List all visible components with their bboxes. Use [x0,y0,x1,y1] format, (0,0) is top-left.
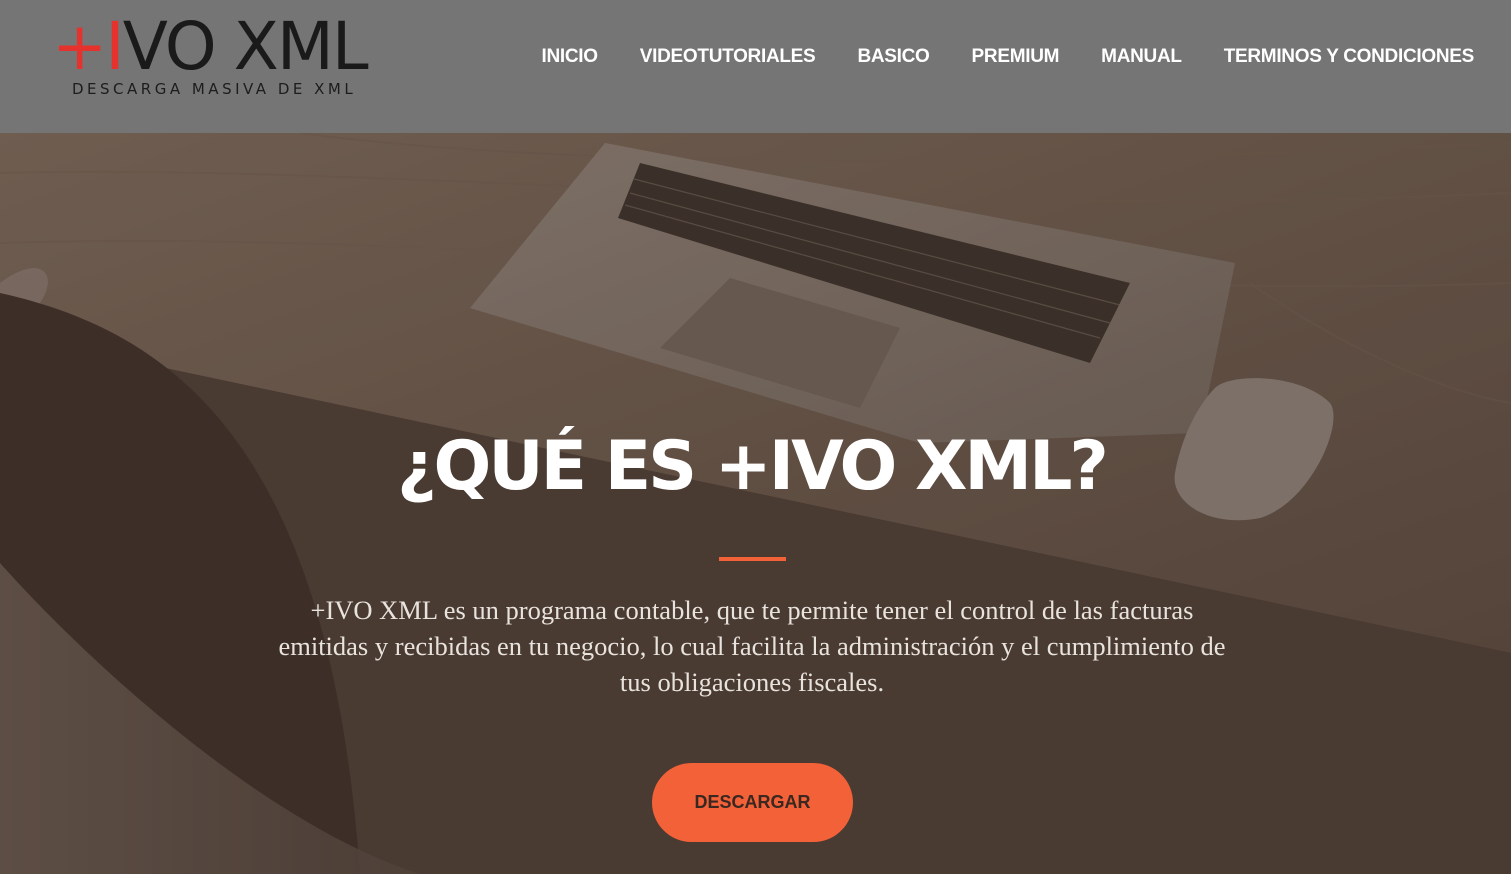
nav-item-manual[interactable]: MANUAL [1101,43,1182,71]
nav-item-terminos[interactable]: TERMINOS Y CONDICIONES [1224,43,1475,71]
nav-item-basico[interactable]: BASICO [857,43,929,71]
title-divider [719,557,786,561]
logo-main-text: VO XML [122,8,369,85]
hero-title: ¿QUÉ ES +IVO XML? [397,427,1109,506]
logo-tagline: DESCARGA MASIVA DE XML [72,80,357,98]
nav-item-videotutoriales[interactable]: VIDEOTUTORIALES [640,43,816,71]
download-button[interactable]: DESCARGAR [652,763,853,842]
hero-content: ¿QUÉ ES +IVO XML? +IVO XML es un program… [0,133,1511,874]
nav-item-premium[interactable]: PREMIUM [972,43,1060,71]
site-header: +IVO XML DESCARGA MASIVA DE XML INICIO V… [0,0,1511,133]
main-nav: INICIO VIDEOTUTORIALES BASICO PREMIUM MA… [500,43,1475,71]
hero-section: ¿QUÉ ES +IVO XML? +IVO XML es un program… [0,133,1511,874]
nav-item-inicio[interactable]: INICIO [542,43,599,71]
logo-accent: +I [52,8,125,85]
logo-wordmark: +IVO XML [52,14,369,80]
site-logo[interactable]: +IVO XML DESCARGA MASIVA DE XML [52,14,412,104]
hero-description: +IVO XML es un programa contable, que te… [278,595,1226,697]
